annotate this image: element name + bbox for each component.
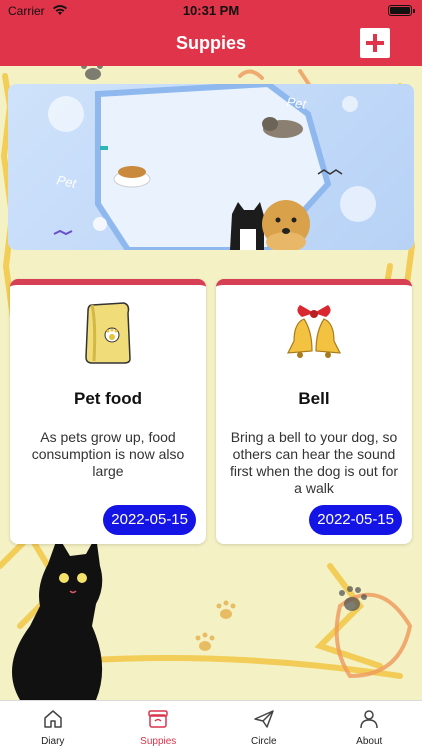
supply-card-pet-food[interactable]: Pet food As pets grow up, food consumpti… (10, 279, 206, 544)
navigation-bar: Suppies (0, 22, 422, 66)
status-time: 10:31 PM (182, 3, 240, 18)
banner-text-pet-1: Pet (55, 172, 79, 191)
card-date-badge: 2022-05-15 (103, 505, 196, 535)
card-date-badge: 2022-05-15 (309, 505, 402, 535)
tab-diary[interactable]: Diary (0, 701, 106, 750)
tab-about[interactable]: About (317, 701, 422, 750)
tab-circle[interactable]: Circle (211, 701, 317, 750)
card-title: Bell (298, 389, 330, 408)
tab-label: Suppies (140, 736, 177, 747)
box-icon (148, 710, 168, 728)
status-bar: Carrier 10:31 PM (0, 0, 422, 22)
pet-food-bag-icon (85, 302, 131, 364)
tab-bar: Diary Suppies Circle About (0, 700, 422, 750)
card-description: As pets grow up, food consumption is now… (31, 429, 185, 479)
tab-label: About (356, 736, 383, 747)
paper-plane-icon (254, 710, 274, 728)
tab-label: Circle (250, 736, 277, 747)
tab-suppies[interactable]: Suppies (106, 701, 212, 750)
person-icon (360, 710, 378, 729)
add-button[interactable] (360, 28, 390, 58)
tab-label: Diary (41, 736, 65, 747)
supply-card-bell[interactable]: Bell Bring a bell to your dog, so others… (216, 279, 412, 544)
card-title: Pet food (74, 389, 142, 408)
battery-icon (388, 5, 415, 16)
page-title: Suppies (175, 33, 246, 53)
card-description: Bring a bell to your dog, so others can … (229, 429, 399, 496)
banner-illustration: Pet Pet (48, 84, 376, 250)
bell-icon (286, 305, 342, 358)
house-icon (44, 710, 62, 728)
banner-text-pet-2: Pet (286, 94, 309, 112)
promo-banner[interactable]: Pet Pet (8, 84, 414, 250)
